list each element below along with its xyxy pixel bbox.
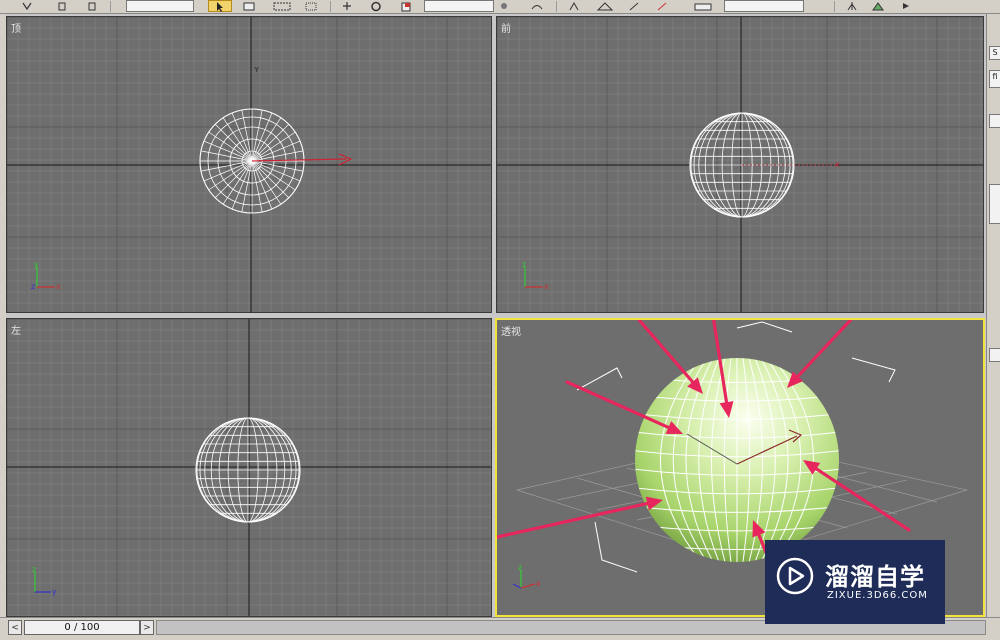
left-scene: z y xyxy=(7,319,491,616)
mirror-icon[interactable] xyxy=(842,0,862,12)
rotate-icon[interactable] xyxy=(366,0,386,12)
top-scene: ʏ y x z xyxy=(7,17,491,312)
viewport-label-top[interactable]: 顶 xyxy=(11,20,21,35)
named-selection-sets-dropdown[interactable] xyxy=(724,0,804,12)
named-selection-icon[interactable] xyxy=(690,0,716,12)
command-panel: S fi xyxy=(986,14,1000,624)
viewport-front[interactable]: 前 x z x xyxy=(496,16,984,313)
window-crossing-icon[interactable] xyxy=(300,0,322,12)
undo-icon[interactable] xyxy=(20,0,34,12)
angle-snap-icon[interactable] xyxy=(592,0,618,12)
render-icon[interactable] xyxy=(868,0,888,12)
axis-tripod: z y xyxy=(32,565,57,596)
command-panel-button[interactable] xyxy=(989,114,1000,128)
watermark-url: ZIXUE.3D66.COM xyxy=(827,590,928,601)
time-next-button[interactable]: > xyxy=(140,620,154,635)
watermark-logo: 溜溜自学 ZIXUE.3D66.COM xyxy=(765,540,945,624)
x-gizmo-arrow xyxy=(251,153,353,166)
link-icon[interactable] xyxy=(56,0,70,12)
axis-tripod: y x z xyxy=(31,260,61,291)
select-arrow-icon[interactable] xyxy=(208,0,232,12)
3dsmax-window: 顶 ʏ y x z 前 x z x 左 z y 透视 z x S fi < 0 … xyxy=(0,0,1000,640)
snap-icon[interactable] xyxy=(564,0,584,12)
viewport-top[interactable]: 顶 ʏ y x z xyxy=(6,16,492,313)
svg-text:z: z xyxy=(32,565,36,574)
viewport-label-perspective[interactable]: 透视 xyxy=(501,323,521,338)
selection-filter-dropdown[interactable] xyxy=(126,0,194,12)
command-panel-scroll[interactable] xyxy=(989,348,1000,362)
y-gizmo-label: ʏ xyxy=(254,65,260,75)
svg-text:x: x xyxy=(544,282,549,291)
command-field-2[interactable]: fi xyxy=(989,70,1000,88)
svg-text:z: z xyxy=(518,563,522,572)
select-by-name-icon[interactable] xyxy=(238,0,260,12)
percent-snap-icon[interactable] xyxy=(624,0,644,12)
svg-text:z: z xyxy=(31,282,35,291)
time-prev-button[interactable]: < xyxy=(8,620,22,635)
annotation-arrow xyxy=(636,320,695,384)
sphere-wireframe[interactable] xyxy=(195,417,301,523)
play-triangle-icon[interactable] xyxy=(900,0,912,12)
move-icon[interactable] xyxy=(338,0,356,12)
time-slider-thumb[interactable]: 0 / 100 xyxy=(24,620,140,635)
manipulate-icon[interactable] xyxy=(526,0,548,12)
scale-icon[interactable] xyxy=(396,0,416,12)
axis-tripod: z x xyxy=(512,563,541,589)
pivot-icon[interactable] xyxy=(496,0,512,12)
viewport-label-front[interactable]: 前 xyxy=(501,20,511,35)
unlink-icon[interactable] xyxy=(86,0,100,12)
front-scene: x z x xyxy=(497,17,983,312)
region-select-icon[interactable] xyxy=(268,0,296,12)
main-toolbar xyxy=(0,0,1000,14)
reference-coordinate-dropdown[interactable] xyxy=(424,0,494,12)
annotation-arrow xyxy=(497,501,649,539)
svg-text:x: x xyxy=(835,160,840,169)
viewport-left[interactable]: 左 z y xyxy=(6,318,492,617)
svg-text:y: y xyxy=(34,260,39,269)
svg-text:y: y xyxy=(52,587,57,596)
viewport-label-left[interactable]: 左 xyxy=(11,322,21,337)
annotation-arrow xyxy=(796,320,853,378)
play-logo-icon xyxy=(776,557,814,595)
command-field-1[interactable]: S xyxy=(989,46,1000,60)
watermark-name: 溜溜自学 xyxy=(825,563,925,591)
svg-text:z: z xyxy=(522,260,526,269)
axis-tripod: z x xyxy=(522,260,549,291)
command-panel-list[interactable] xyxy=(989,184,1000,224)
spinner-snap-icon[interactable] xyxy=(652,0,672,12)
svg-text:x: x xyxy=(56,282,61,291)
svg-text:x: x xyxy=(536,579,541,588)
